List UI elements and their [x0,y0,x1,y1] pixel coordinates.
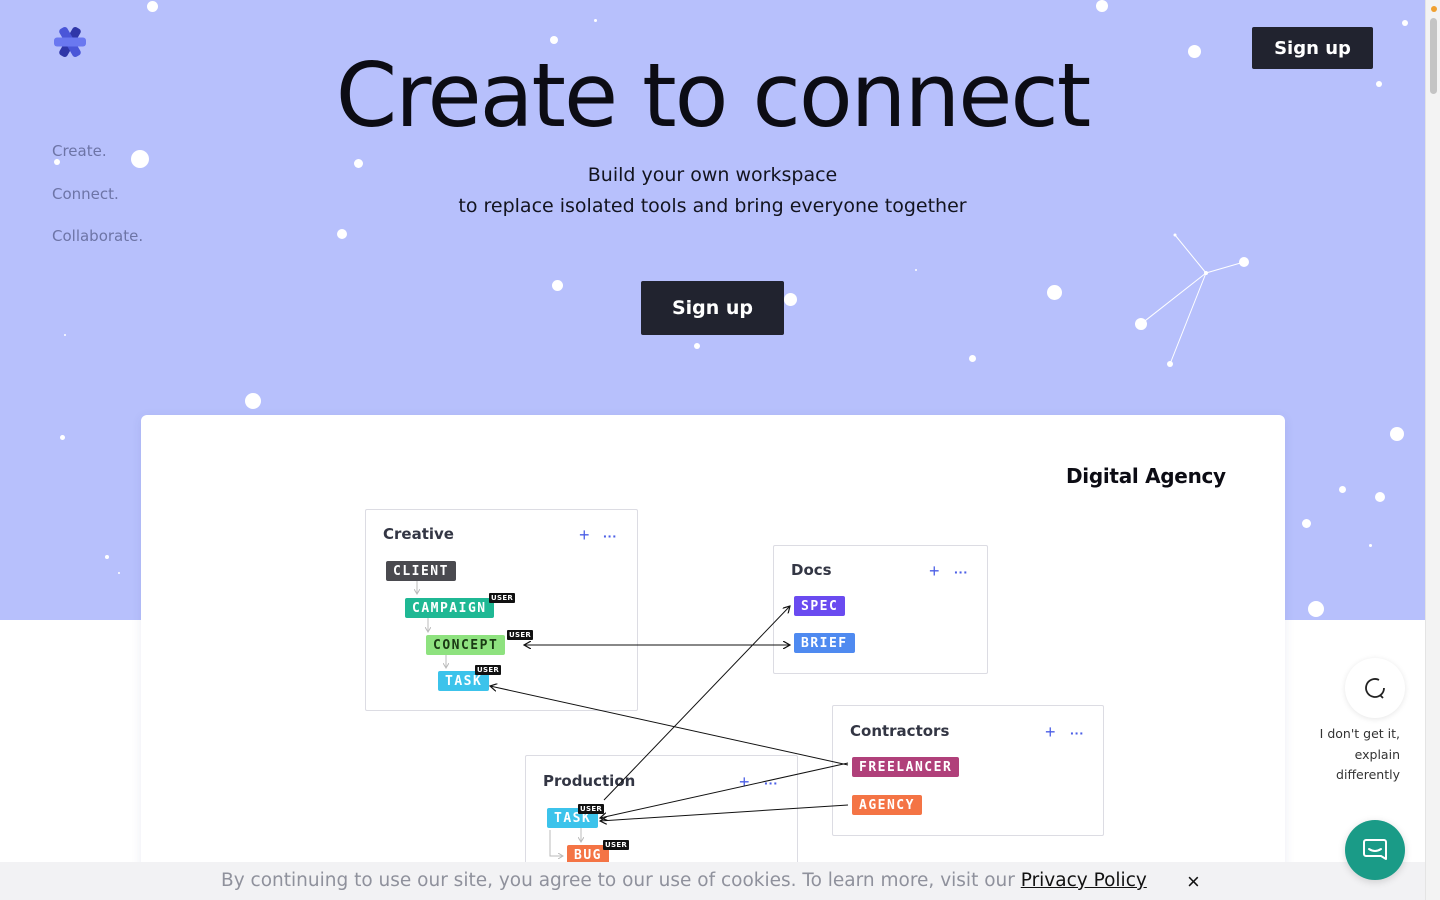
close-icon[interactable]: × [1187,868,1200,896]
chat-bubble-icon [1363,839,1387,860]
connection-arrows [0,581,849,900]
scroll-indicator-dot [1431,6,1437,12]
explain-line-3: differently [1336,767,1400,782]
refresh-circle-icon [1365,678,1385,699]
cookie-message: By continuing to use our site, you agree… [221,870,1021,891]
page-scrollbar[interactable] [1425,0,1440,900]
explain-line-1: I don't get it, [1319,726,1400,741]
explain-line-2: explain [1354,746,1400,762]
scrollbar-thumb[interactable] [1430,18,1437,94]
privacy-policy-link[interactable]: Privacy Policy [1021,870,1147,891]
cookie-text: By continuing to use our site, you agree… [221,870,1147,891]
explain-differently-button[interactable] [1345,658,1405,718]
explain-differently-label: I don't get it, explain differently [1300,724,1400,786]
chat-launcher-button[interactable] [1345,820,1405,880]
